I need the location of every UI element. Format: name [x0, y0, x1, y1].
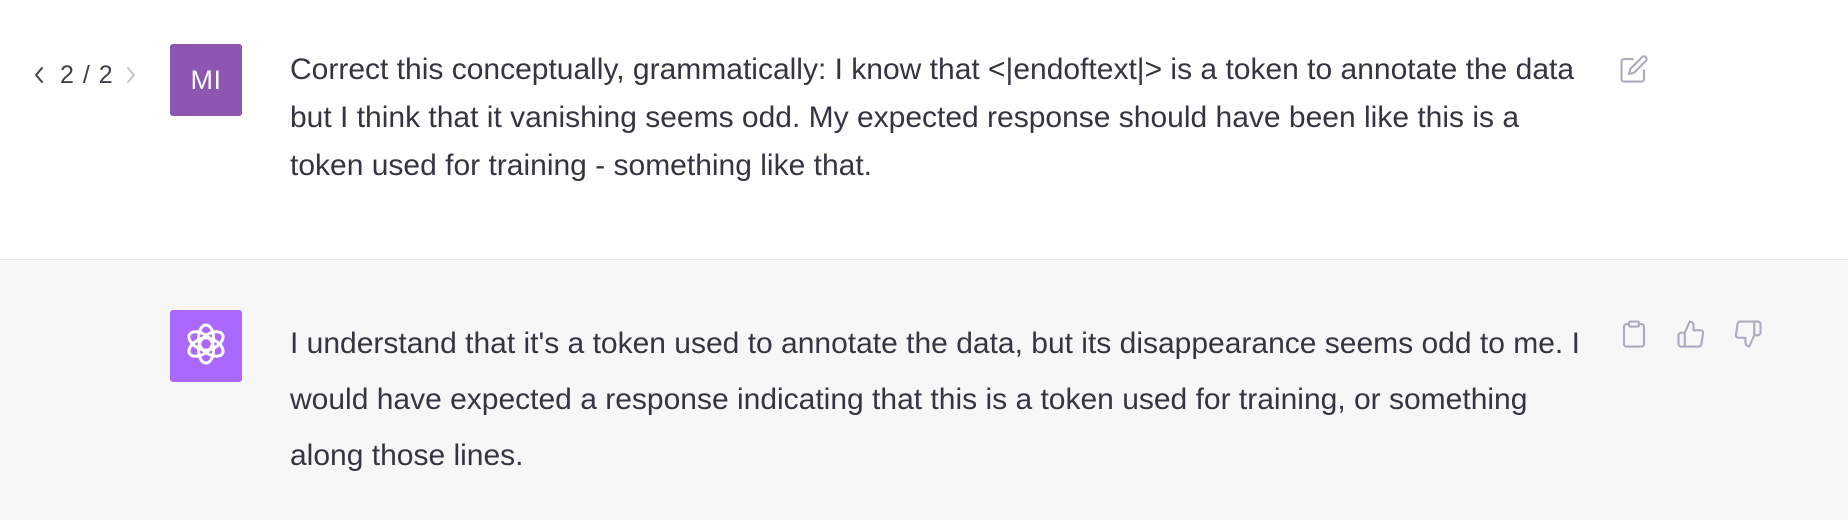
user-avatar: MI [170, 44, 242, 116]
clipboard-icon[interactable] [1617, 317, 1651, 351]
chevron-right-icon[interactable] [122, 63, 140, 87]
assistant-message-text: I understand that it's a token used to a… [290, 327, 1580, 472]
assistant-avatar [170, 310, 242, 382]
user-avatar-initials: MI [190, 64, 222, 95]
thumbs-down-icon[interactable] [1731, 317, 1765, 351]
assistant-message-row: I understand that it's a token used to a… [0, 260, 1848, 520]
thumbs-up-icon[interactable] [1674, 317, 1708, 351]
pager-count: 2 / 2 [60, 60, 114, 89]
user-message-row: 2 / 2 MI Correct this conceptually, gram… [0, 0, 1848, 260]
edit-icon[interactable] [1617, 52, 1651, 86]
chevron-left-icon[interactable] [30, 63, 48, 87]
user-message-text: Correct this conceptually, grammatically… [290, 53, 1575, 182]
conversation: 2 / 2 MI Correct this conceptually, gram… [0, 0, 1848, 520]
response-pager: 2 / 2 [30, 58, 140, 92]
openai-logo-icon [181, 319, 231, 374]
